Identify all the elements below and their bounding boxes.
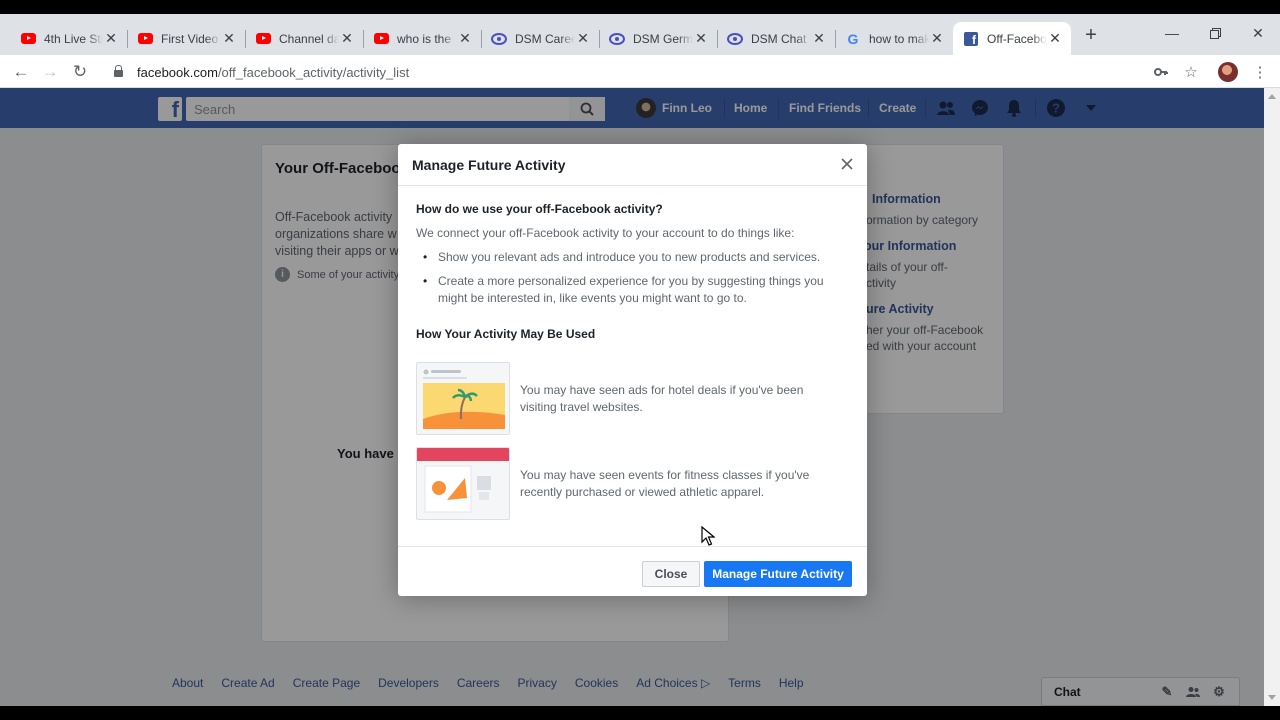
dialog-title: Manage Future Activity xyxy=(398,144,867,186)
google-icon: G xyxy=(847,30,859,47)
tab-title: DSM Career xyxy=(515,31,575,46)
tab-close-icon[interactable]: ✕ xyxy=(929,30,945,47)
event-illustration-icon xyxy=(416,447,510,520)
tab-title: how to make xyxy=(869,31,929,46)
minimize-icon[interactable]: — xyxy=(1161,22,1183,44)
tab-title: who is the xyxy=(397,31,452,46)
browser-tab-strip: 4th Live Stream ✕ First Video ✕ Channel … xyxy=(0,14,1280,55)
address-bar[interactable]: facebook.com/off_facebook_activity/activ… xyxy=(104,58,1208,86)
dsm-icon xyxy=(609,31,625,47)
lock-icon xyxy=(114,65,123,77)
browser-tab[interactable]: Channel dashboard ✕ xyxy=(245,22,364,55)
usage-bullet-list: Show you relevant ads and introduce you … xyxy=(420,249,846,307)
youtube-icon xyxy=(20,31,36,47)
browser-tab[interactable]: DSM Germany ✕ xyxy=(599,22,718,55)
profile-avatar-icon[interactable] xyxy=(1217,61,1239,83)
tab-close-icon[interactable]: ✕ xyxy=(339,30,355,47)
reload-icon[interactable]: ↻ xyxy=(69,61,91,83)
browser-tab[interactable]: First Video ✕ xyxy=(127,22,246,55)
dialog-footer: Close Manage Future Activity xyxy=(398,546,867,596)
close-button[interactable]: Close xyxy=(642,561,700,587)
browser-toolbar: ← → ↻ facebook.com/off_facebook_activity… xyxy=(0,55,1280,88)
example-text: You may have seen ads for hotel deals if… xyxy=(520,382,804,414)
back-arrow-icon[interactable]: ← xyxy=(10,61,32,83)
tab-title: Channel dashboard xyxy=(279,31,339,46)
list-item: Show you relevant ads and introduce you … xyxy=(420,249,846,266)
tab-close-icon[interactable]: ✕ xyxy=(575,30,591,47)
screen-top-border xyxy=(0,0,1280,14)
close-window-icon[interactable]: ✕ xyxy=(1247,22,1269,44)
key-icon[interactable] xyxy=(1150,61,1172,83)
browser-tab[interactable]: who is the ✕ xyxy=(363,22,482,55)
intro-text: We connect your off-Facebook activity to… xyxy=(416,226,795,240)
manage-future-activity-dialog: Manage Future Activity How do we use you… xyxy=(398,144,867,596)
list-item: Create a more personalized experience fo… xyxy=(420,273,846,307)
youtube-icon xyxy=(373,31,389,47)
browser-tab[interactable]: DSM Chat ✕ xyxy=(717,22,836,55)
tab-title: DSM Germany xyxy=(633,31,693,46)
youtube-icon xyxy=(255,31,271,47)
question-heading: How do we use your off-Facebook activity… xyxy=(416,202,663,216)
dialog-body: How do we use your off-Facebook activity… xyxy=(416,202,846,341)
page-scrollbar[interactable] xyxy=(1264,88,1280,706)
bookmark-star-icon[interactable]: ☆ xyxy=(1180,61,1202,83)
browser-tab-active[interactable]: f Off-Facebook ✕ xyxy=(953,22,1071,55)
url-text: facebook.com/off_facebook_activity/activ… xyxy=(137,64,410,80)
web-page: f Finn Leo Home Find Friends Create ? xyxy=(0,88,1280,706)
tab-close-icon[interactable]: ✕ xyxy=(693,30,709,47)
example-row-hotel: You may have seen ads for hotel deals if… xyxy=(416,362,840,435)
browser-menu-icon[interactable]: ⋮ xyxy=(1249,61,1271,83)
tab-close-icon[interactable]: ✕ xyxy=(221,30,237,47)
screen-bottom-border xyxy=(0,706,1280,720)
browser-tab[interactable]: G how to make ✕ xyxy=(835,22,954,55)
browser-tab[interactable]: DSM Career ✕ xyxy=(481,22,600,55)
tab-title: Off-Facebook xyxy=(987,31,1047,46)
restore-window-icon[interactable] xyxy=(1204,22,1226,44)
youtube-icon xyxy=(137,31,153,47)
example-row-fitness: You may have seen events for fitness cla… xyxy=(416,447,840,520)
tab-title: First Video xyxy=(161,31,219,46)
manage-future-activity-button[interactable]: Manage Future Activity xyxy=(704,561,852,587)
new-tab-plus-icon[interactable]: + xyxy=(1082,24,1100,46)
tab-close-icon[interactable]: ✕ xyxy=(103,30,119,47)
dsm-icon xyxy=(491,31,507,47)
dsm-icon xyxy=(727,31,743,47)
facebook-icon: f xyxy=(963,31,979,47)
tab-close-icon[interactable]: ✕ xyxy=(457,30,473,47)
tab-close-icon[interactable]: ✕ xyxy=(811,30,827,47)
close-icon[interactable] xyxy=(839,156,855,172)
browser-tab[interactable]: 4th Live Stream ✕ xyxy=(10,22,128,55)
usage-heading: How Your Activity May Be Used xyxy=(416,327,596,341)
tab-close-icon[interactable]: ✕ xyxy=(1047,30,1063,47)
example-text: You may have seen events for fitness cla… xyxy=(520,467,810,499)
tab-title: DSM Chat xyxy=(751,31,807,46)
tab-title: 4th Live Stream xyxy=(44,31,103,46)
beach-illustration-icon xyxy=(416,362,510,435)
forward-arrow-icon[interactable]: → xyxy=(39,61,61,83)
